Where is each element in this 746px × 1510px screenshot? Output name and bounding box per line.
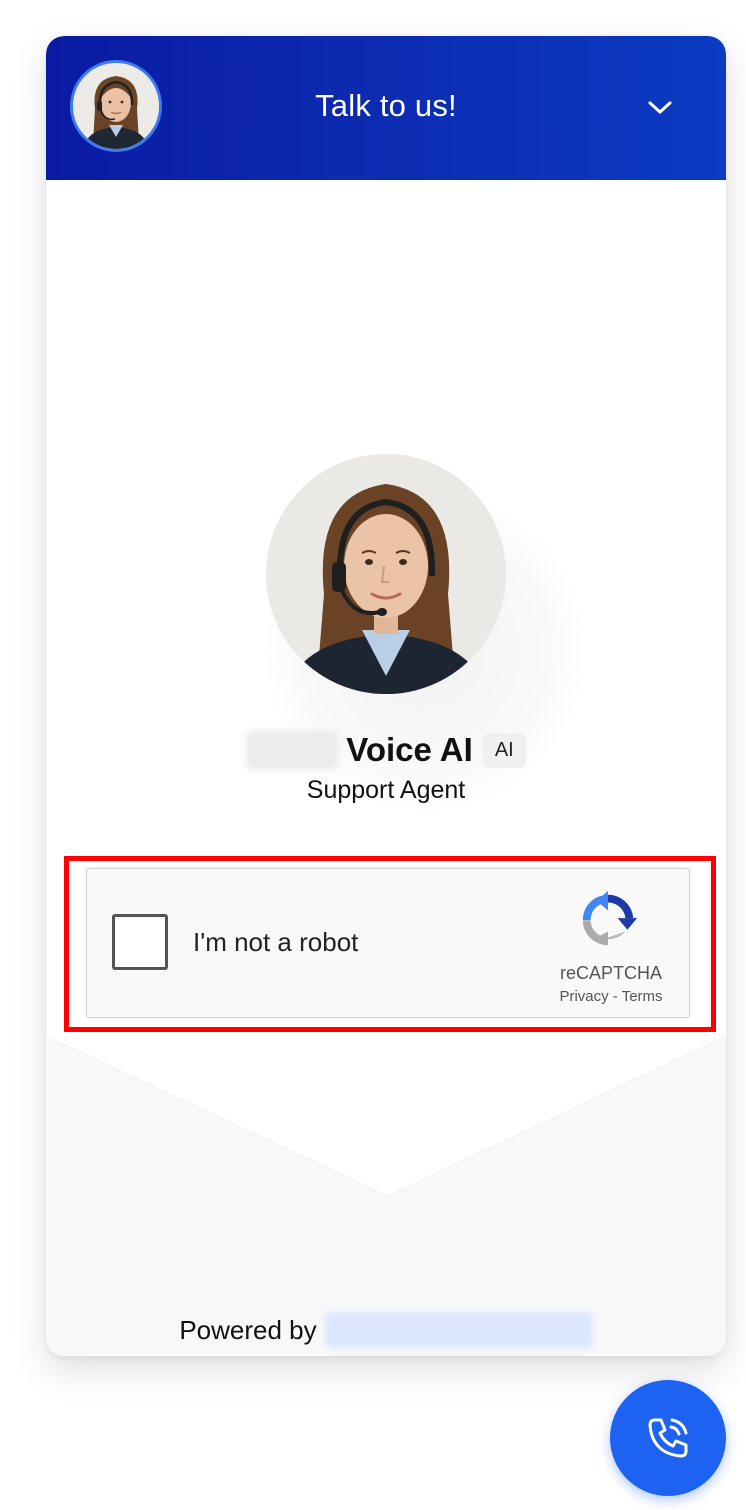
agent-name: Voice AI (346, 731, 473, 768)
phone-call-icon (648, 1418, 688, 1458)
recaptcha-logo-icon (582, 890, 638, 946)
link-separator: - (608, 988, 622, 1005)
widget-header: Talk to us! (46, 36, 726, 180)
recaptcha-links: Privacy - Terms (537, 988, 685, 1005)
recaptcha-checkbox[interactable] (112, 914, 168, 970)
agent-name-row: Voice AI AI (46, 728, 726, 772)
agent-avatar (266, 454, 506, 694)
recaptcha-label: I'm not a robot (193, 927, 359, 957)
voice-widget: Talk to us! Voice AI AI Support Agent I'… (46, 36, 726, 1356)
powered-by-link[interactable] (324, 1312, 593, 1348)
redacted-name (246, 730, 339, 770)
powered-by-label: Powered by (179, 1314, 317, 1345)
envelope-decoration (46, 1036, 726, 1197)
chevron-down-icon (648, 101, 672, 114)
powered-by: Powered by (46, 1310, 726, 1350)
privacy-link[interactable]: Privacy (559, 988, 608, 1005)
recaptcha-widget: I'm not a robot reCAPTCHA Privacy - Term… (86, 868, 690, 1018)
collapse-button[interactable] (638, 86, 682, 130)
terms-link[interactable]: Terms (622, 988, 663, 1005)
agent-role: Support Agent (306, 776, 466, 804)
ai-badge: AI (482, 732, 526, 768)
call-button[interactable] (610, 1380, 726, 1496)
header-title: Talk to us! (315, 88, 457, 123)
recaptcha-brand: reCAPTCHA (559, 963, 662, 983)
